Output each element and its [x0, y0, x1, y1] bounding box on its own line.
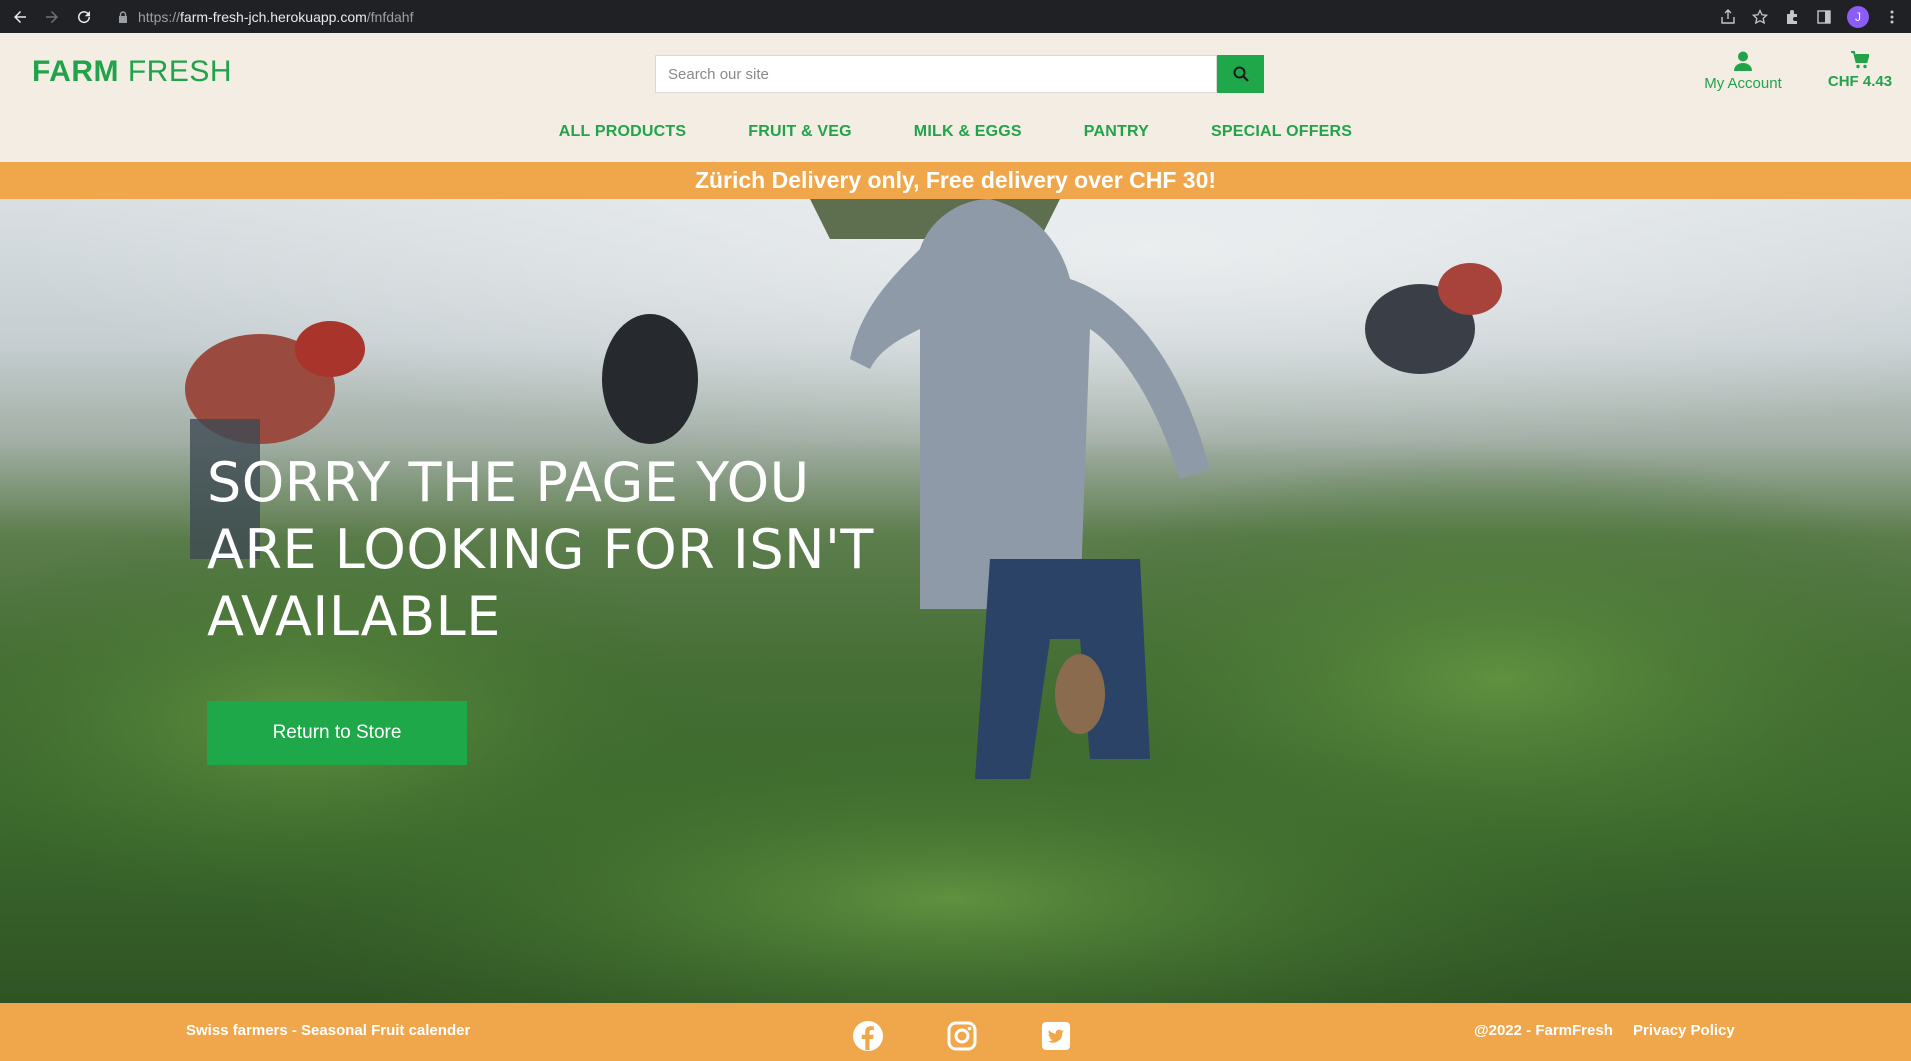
hero-section: SORRY THE PAGE YOU ARE LOOKING FOR ISN'T… — [0, 199, 1911, 1003]
my-account-label: My Account — [1704, 75, 1782, 92]
site-footer: Swiss farmers - Seasonal Fruit calender … — [0, 1003, 1911, 1061]
search-input[interactable] — [655, 55, 1217, 93]
seasonal-fruit-link[interactable]: Swiss farmers - Seasonal Fruit calender — [186, 1022, 470, 1039]
search-button[interactable] — [1217, 55, 1264, 93]
browser-toolbar: https://farm-fresh-jch.herokuapp.com/fnf… — [0, 0, 1911, 33]
site-header: FARM FRESH My Account CHF 4.43 ALL PRODU… — [0, 33, 1911, 162]
profile-avatar[interactable]: J — [1847, 5, 1869, 28]
twitter-icon[interactable] — [1040, 1020, 1072, 1052]
extensions-icon[interactable] — [1783, 8, 1801, 26]
browser-actions: J — [1719, 0, 1901, 33]
nav-item-special-offers[interactable]: SPECIAL OFFERS — [1211, 123, 1352, 141]
nav-item-all-products[interactable]: ALL PRODUCTS — [559, 123, 686, 141]
instagram-icon[interactable] — [946, 1020, 978, 1052]
url-scheme: https:// — [138, 8, 181, 25]
logo-light-text: FRESH — [119, 55, 233, 88]
my-account-link[interactable]: My Account — [1700, 51, 1786, 92]
social-links — [852, 1020, 1072, 1052]
shopping-cart-icon — [1820, 51, 1900, 69]
search-icon — [1233, 66, 1249, 82]
back-icon[interactable] — [8, 5, 32, 29]
share-icon[interactable] — [1719, 8, 1737, 26]
site-logo[interactable]: FARM FRESH — [32, 55, 232, 89]
user-icon — [1700, 51, 1786, 71]
privacy-policy-link[interactable]: Privacy Policy — [1633, 1022, 1735, 1039]
reload-icon[interactable] — [72, 5, 96, 29]
delivery-banner: Zürich Delivery only, Free delivery over… — [0, 162, 1911, 199]
lock-icon — [118, 10, 128, 23]
side-panel-icon[interactable] — [1815, 8, 1833, 26]
bookmark-star-icon[interactable] — [1751, 8, 1769, 26]
address-bar[interactable]: https://farm-fresh-jch.herokuapp.com/fnf… — [118, 0, 413, 33]
basket-total: CHF 4.43 — [1827, 73, 1893, 90]
search-form — [655, 55, 1264, 93]
forward-icon[interactable] — [40, 5, 64, 29]
nav-item-pantry[interactable]: PANTRY — [1084, 123, 1149, 141]
nav-item-milk-eggs[interactable]: MILK & EGGS — [914, 123, 1022, 141]
error-heading: SORRY THE PAGE YOU ARE LOOKING FOR ISN'T… — [207, 451, 874, 648]
main-nav: ALL PRODUCTS FRUIT & VEG MILK & EGGS PAN… — [0, 123, 1911, 141]
delivery-banner-text: Zürich Delivery only, Free delivery over… — [694, 167, 1217, 193]
nav-item-fruit-veg[interactable]: FRUIT & VEG — [748, 123, 852, 141]
return-to-store-button[interactable]: Return to Store — [207, 701, 467, 765]
copyright-text: @2022 - FarmFresh — [1474, 1022, 1613, 1039]
basket-link[interactable]: CHF 4.43 — [1820, 51, 1900, 90]
more-menu-icon[interactable] — [1883, 8, 1901, 26]
facebook-icon[interactable] — [852, 1020, 884, 1052]
logo-bold-text: FARM — [32, 55, 119, 88]
url-path: /fnfdahf — [366, 8, 414, 25]
url-host: farm-fresh-jch.herokuapp.com — [180, 8, 367, 25]
